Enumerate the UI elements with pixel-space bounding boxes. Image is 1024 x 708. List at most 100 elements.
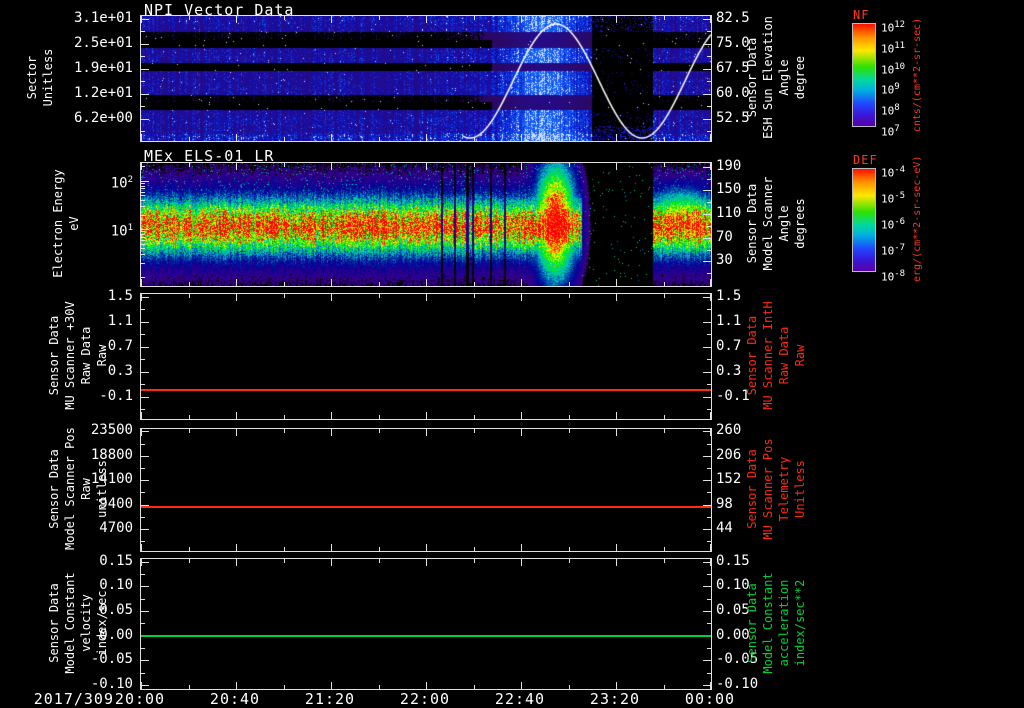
tick-mark: [141, 234, 145, 235]
tick-mark: [474, 547, 475, 551]
tick-mark: [707, 250, 711, 251]
tick-mark: [521, 16, 522, 23]
ytick-label: 190: [716, 157, 742, 174]
tick-mark: [703, 562, 711, 563]
ytick-label: 30: [716, 252, 733, 269]
tick-mark: [141, 309, 145, 310]
colorbar-tick-label: 10-8: [881, 269, 906, 284]
tick-mark: [707, 384, 711, 385]
tick-mark: [189, 547, 190, 551]
tick-mark: [379, 429, 380, 433]
tick-mark: [707, 31, 711, 32]
colorbar-tick-label: 10-4: [881, 165, 906, 180]
tick-mark: [141, 200, 145, 201]
tick-mark: [426, 294, 427, 301]
ytick-label: 0.05: [99, 602, 133, 618]
ytick-label: 1.5: [107, 287, 133, 304]
tick-mark: [331, 294, 332, 301]
tick-mark: [284, 16, 285, 20]
tick-mark: [703, 456, 711, 457]
ytick-label: 23500: [90, 422, 133, 439]
ytick-label: 9400: [99, 495, 133, 512]
panel5-left-tick-labels: 0.15 0.10 0.05 0.00 -0.05 -0.10: [0, 553, 136, 692]
tick-mark: [331, 134, 332, 141]
tick-mark: [616, 544, 617, 551]
tick-mark: [141, 685, 149, 686]
tick-mark: [707, 444, 711, 445]
ytick-label: 0.7: [107, 337, 133, 354]
plot-page: NPI Vector Data Sector Unitless 3.1e+01 2…: [0, 0, 1024, 708]
colorbar1-unit-label: cnts/(cm**2-sr-sec): [912, 17, 923, 133]
ytick-label: 2.5e+01: [73, 34, 133, 51]
tick-mark: [141, 529, 149, 530]
tick-mark: [141, 81, 145, 82]
tick-mark: [569, 415, 570, 419]
tick-mark: [331, 279, 332, 286]
tick-mark: [379, 282, 380, 286]
tick-mark: [664, 547, 665, 551]
ytick-label: 1.2e+01: [73, 84, 133, 101]
ytick-label: -0.1: [99, 387, 133, 404]
tick-mark: [284, 559, 285, 563]
tick-mark: [474, 559, 475, 563]
tick-mark: [331, 412, 332, 419]
tick-mark: [141, 188, 145, 189]
panel1-right-axis-label: Sensor Data ESH Sun Elevation Angle degr…: [745, 16, 807, 139]
ytick-label: -0.05: [90, 651, 133, 668]
tick-mark: [707, 131, 711, 132]
tick-mark: [664, 429, 665, 433]
tick-mark: [284, 137, 285, 141]
ytick-label: 14100: [90, 471, 133, 488]
tick-mark: [141, 334, 145, 335]
tick-mark: [379, 16, 380, 20]
ytick-label: 6.2e+00: [73, 109, 133, 126]
tick-mark: [141, 183, 145, 184]
tick-mark: [521, 682, 522, 689]
colorbar-tick-label: 109: [881, 82, 900, 98]
colorbar1: [852, 23, 876, 127]
colorbar-tick-label: 108: [881, 103, 900, 118]
tick-mark: [141, 562, 149, 563]
tick-mark: [707, 623, 711, 624]
panel1-plot-area: [140, 15, 712, 142]
tick-mark: [474, 16, 475, 20]
tick-mark: [141, 248, 145, 249]
tick-mark: [189, 415, 190, 419]
tick-mark: [707, 492, 711, 493]
tick-mark: [141, 660, 149, 661]
tick-mark: [664, 137, 665, 141]
tick-mark: [141, 254, 145, 255]
tick-mark: [707, 226, 711, 227]
tick-mark: [707, 541, 711, 542]
colorbar-tick-label: 10-7: [881, 243, 906, 258]
tick-mark: [703, 347, 711, 348]
ytick-label: 260: [716, 422, 742, 439]
data-series-line: [141, 505, 711, 508]
ytick-label: 150: [716, 181, 742, 198]
tick-mark: [141, 599, 145, 600]
tick-mark: [664, 16, 665, 20]
tick-mark: [707, 106, 711, 107]
tick-mark: [703, 238, 711, 239]
tick-mark: [703, 297, 711, 298]
tick-mark: [616, 429, 617, 436]
tick-mark: [707, 273, 711, 274]
tick-mark: [141, 215, 145, 216]
tick-mark: [379, 163, 380, 167]
tick-mark: [474, 685, 475, 689]
tick-mark: [141, 347, 149, 348]
tick-mark: [141, 134, 142, 141]
tick-mark: [426, 559, 427, 566]
ytick-label: 102: [110, 174, 133, 192]
tick-mark: [616, 134, 617, 141]
tick-mark: [141, 19, 149, 20]
tick-mark: [426, 682, 427, 689]
tick-mark: [141, 480, 149, 481]
tick-mark: [379, 415, 380, 419]
tick-mark: [189, 429, 190, 433]
tick-mark: [379, 294, 380, 298]
tick-mark: [141, 277, 145, 278]
tick-mark: [426, 16, 427, 23]
ytick-label: 152: [716, 471, 742, 488]
panel4-plot-area: [140, 428, 712, 552]
